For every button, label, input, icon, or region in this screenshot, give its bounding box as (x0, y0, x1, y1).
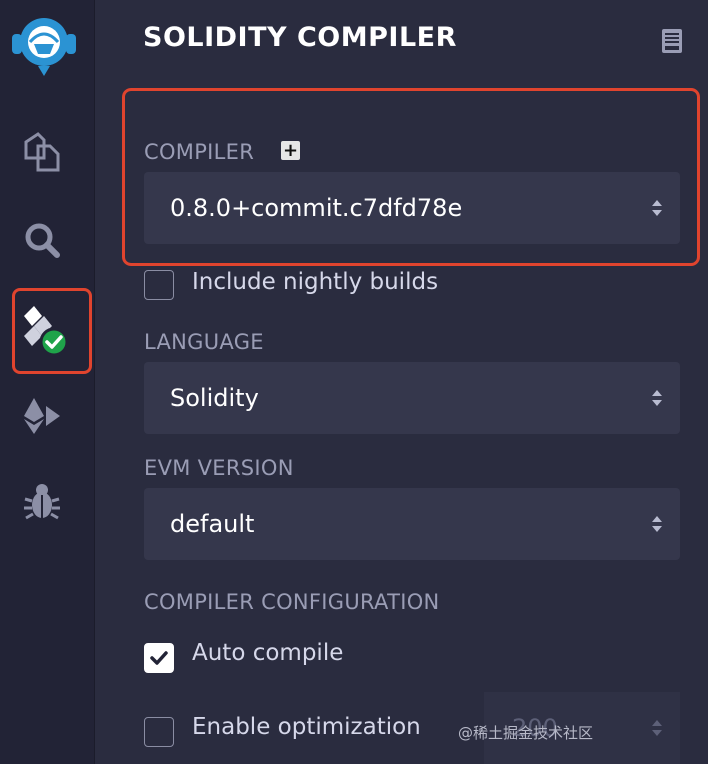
page-title: SOLIDITY COMPILER (143, 22, 457, 53)
nightly-builds-checkbox[interactable] (144, 270, 174, 300)
search-icon[interactable] (14, 212, 70, 268)
evm-version-select[interactable]: default (144, 488, 680, 560)
select-arrows-icon (652, 516, 662, 532)
compiler-panel: SOLIDITY COMPILER COMPILER + 0.8.0+commi… (94, 0, 708, 764)
evm-version-value: default (170, 510, 255, 538)
debugger-icon[interactable] (14, 474, 70, 530)
enable-optimization-checkbox[interactable] (144, 717, 174, 747)
deploy-run-icon[interactable] (14, 388, 70, 444)
checkmark-icon (150, 651, 168, 665)
stepper-arrows-icon[interactable] (650, 716, 664, 740)
remix-logo-icon[interactable] (4, 4, 84, 84)
compiler-configuration-label: COMPILER CONFIGURATION (144, 590, 440, 614)
documentation-icon[interactable] (660, 28, 684, 58)
icon-sidebar (0, 0, 95, 764)
compiler-version-value: 0.8.0+commit.c7dfd78e (170, 194, 463, 222)
compiler-label: COMPILER (144, 140, 255, 164)
enable-optimization-label: Enable optimization (192, 714, 421, 740)
auto-compile-checkbox[interactable] (144, 643, 174, 673)
auto-compile-label: Auto compile (192, 640, 344, 666)
select-arrows-icon (652, 390, 662, 406)
active-plugin-highlight (12, 288, 92, 374)
evm-version-label: EVM VERSION (144, 456, 294, 480)
language-label: LANGUAGE (144, 330, 264, 354)
nightly-builds-label: Include nightly builds (192, 269, 439, 295)
compiler-version-select[interactable]: 0.8.0+commit.c7dfd78e (144, 172, 680, 244)
language-select[interactable]: Solidity (144, 362, 680, 434)
select-arrows-icon (652, 200, 662, 216)
language-value: Solidity (170, 384, 259, 412)
watermark-text: @稀土掘金技术社区 (458, 724, 594, 742)
add-compiler-button[interactable]: + (281, 141, 300, 160)
file-explorer-icon[interactable] (14, 124, 70, 180)
